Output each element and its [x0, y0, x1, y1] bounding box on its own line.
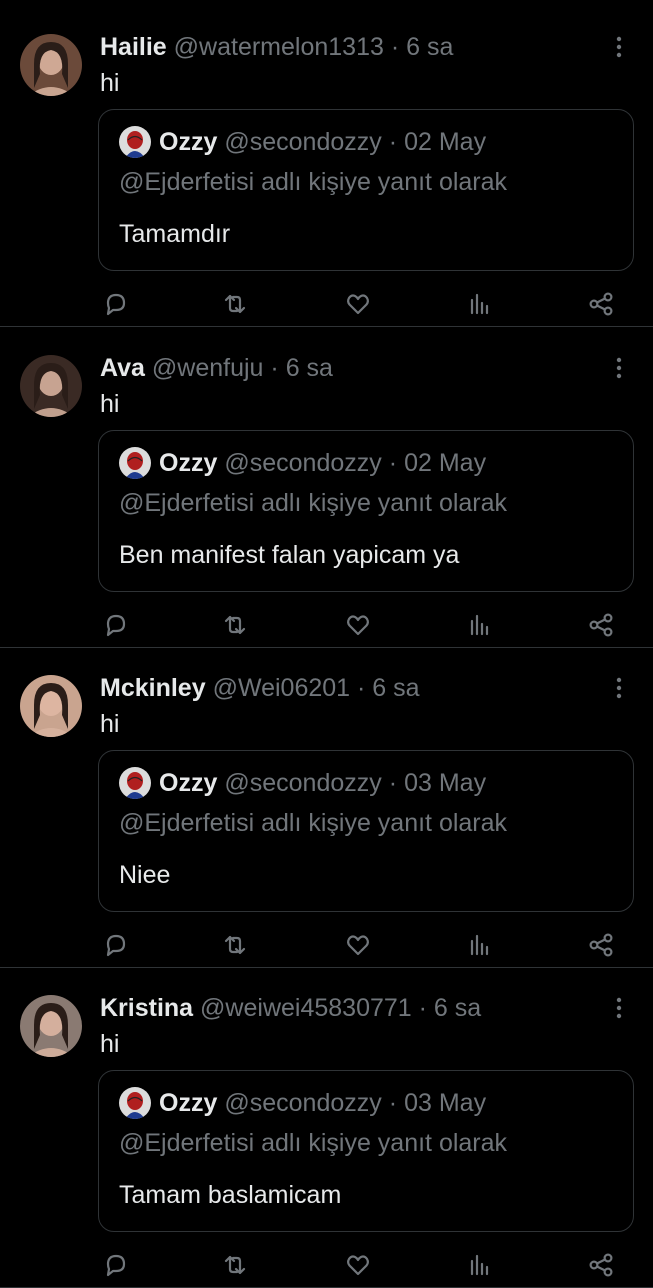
quoted-post-text: Niee — [119, 861, 171, 889]
more-icon[interactable] — [609, 996, 629, 1020]
quoted-post-date: 03 May — [404, 1089, 487, 1117]
share-icon[interactable] — [588, 291, 614, 317]
post-text: hi — [100, 710, 120, 738]
user-handle[interactable]: @Wei06201 — [213, 674, 351, 702]
action-bar — [0, 287, 653, 319]
post-time[interactable]: 6 sa — [434, 994, 481, 1022]
quoted-avatar — [119, 126, 151, 158]
action-bar — [0, 928, 653, 960]
reply-context: @Ejderfetisi adlı kişiye yanıt olarak — [119, 1129, 508, 1157]
quoted-post-text: Tamam baslamicam — [119, 1181, 342, 1209]
heart-icon[interactable] — [345, 932, 371, 958]
quoted-user-handle: @secondozzy — [224, 449, 382, 477]
views-icon[interactable] — [467, 291, 493, 317]
repost-icon[interactable] — [222, 932, 248, 958]
reply-icon[interactable] — [103, 291, 129, 317]
views-icon[interactable] — [467, 612, 493, 638]
post[interactable]: Hailie @watermelon1313 · 6 sa hi Ozzy @s… — [0, 7, 653, 327]
avatar[interactable] — [20, 995, 82, 1057]
display-name[interactable]: Mckinley — [100, 674, 206, 702]
heart-icon[interactable] — [345, 291, 371, 317]
display-name[interactable]: Ava — [100, 354, 145, 382]
quoted-user-handle: @secondozzy — [224, 1089, 382, 1117]
user-handle[interactable]: @wenfuju — [152, 354, 264, 382]
quoted-post-header: Ozzy @secondozzy · 02 May — [119, 126, 619, 158]
separator-dot: · — [388, 769, 398, 797]
reply-context: @Ejderfetisi adlı kişiye yanıt olarak — [119, 168, 508, 196]
post-header: Kristina @weiwei45830771 · 6 sa — [100, 992, 593, 1024]
quoted-post-date: 02 May — [404, 449, 487, 477]
display-name[interactable]: Kristina — [100, 994, 193, 1022]
post-time[interactable]: 6 sa — [372, 674, 419, 702]
quoted-post-date: 02 May — [404, 128, 487, 156]
quoted-user-handle: @secondozzy — [224, 769, 382, 797]
post[interactable]: Kristina @weiwei45830771 · 6 sa hi Ozzy … — [0, 968, 653, 1288]
share-icon[interactable] — [588, 932, 614, 958]
post-text: hi — [100, 1030, 120, 1058]
avatar[interactable] — [20, 355, 82, 417]
quoted-post-header: Ozzy @secondozzy · 03 May — [119, 767, 619, 799]
quoted-avatar — [119, 447, 151, 479]
heart-icon[interactable] — [345, 1252, 371, 1278]
more-icon[interactable] — [609, 356, 629, 380]
quoted-post-date: 03 May — [404, 769, 487, 797]
post-header: Mckinley @Wei06201 · 6 sa — [100, 672, 593, 704]
reply-icon[interactable] — [103, 932, 129, 958]
separator-dot: · — [418, 994, 427, 1022]
more-icon[interactable] — [609, 35, 629, 59]
reply-icon[interactable] — [103, 612, 129, 638]
separator-dot: · — [270, 354, 279, 382]
post-text: hi — [100, 390, 120, 418]
quoted-post[interactable]: Ozzy @secondozzy · 03 May @Ejderfetisi a… — [98, 1070, 634, 1232]
views-icon[interactable] — [467, 1252, 493, 1278]
separator-dot: · — [388, 128, 398, 156]
action-bar — [0, 608, 653, 640]
quoted-display-name: Ozzy — [159, 128, 218, 156]
user-handle[interactable]: @weiwei45830771 — [200, 994, 412, 1022]
repost-icon[interactable] — [222, 291, 248, 317]
post[interactable]: Ava @wenfuju · 6 sa hi Ozzy @secondozzy … — [0, 328, 653, 648]
quoted-display-name: Ozzy — [159, 1089, 218, 1117]
quoted-post-header: Ozzy @secondozzy · 03 May — [119, 1087, 619, 1119]
quoted-avatar — [119, 1087, 151, 1119]
quoted-avatar — [119, 767, 151, 799]
post[interactable]: Mckinley @Wei06201 · 6 sa hi Ozzy @secon… — [0, 648, 653, 968]
repost-icon[interactable] — [222, 612, 248, 638]
more-icon[interactable] — [609, 676, 629, 700]
views-icon[interactable] — [467, 932, 493, 958]
quoted-post-text: Tamamdır — [119, 220, 231, 248]
repost-icon[interactable] — [222, 1252, 248, 1278]
quoted-user-handle: @secondozzy — [224, 128, 382, 156]
quoted-post-text: Ben manifest falan yapicam ya — [119, 541, 460, 569]
quoted-display-name: Ozzy — [159, 449, 218, 477]
action-bar — [0, 1248, 653, 1280]
quoted-post[interactable]: Ozzy @secondozzy · 02 May @Ejderfetisi a… — [98, 430, 634, 592]
share-icon[interactable] — [588, 1252, 614, 1278]
avatar[interactable] — [20, 675, 82, 737]
quoted-post-header: Ozzy @secondozzy · 02 May — [119, 447, 619, 479]
post-header: Hailie @watermelon1313 · 6 sa — [100, 31, 593, 63]
reply-context: @Ejderfetisi adlı kişiye yanıt olarak — [119, 809, 508, 837]
quoted-post[interactable]: Ozzy @secondozzy · 02 May @Ejderfetisi a… — [98, 109, 634, 271]
post-header: Ava @wenfuju · 6 sa — [100, 352, 593, 384]
share-icon[interactable] — [588, 612, 614, 638]
display-name[interactable]: Hailie — [100, 33, 167, 61]
quoted-display-name: Ozzy — [159, 769, 218, 797]
separator-dot: · — [388, 1089, 398, 1117]
reply-icon[interactable] — [103, 1252, 129, 1278]
user-handle[interactable]: @watermelon1313 — [174, 33, 384, 61]
post-time[interactable]: 6 sa — [286, 354, 333, 382]
separator-dot: · — [357, 674, 366, 702]
post-text: hi — [100, 69, 120, 97]
separator-dot: · — [388, 449, 398, 477]
heart-icon[interactable] — [345, 612, 371, 638]
avatar[interactable] — [20, 34, 82, 96]
reply-context: @Ejderfetisi adlı kişiye yanıt olarak — [119, 489, 508, 517]
separator-dot: · — [390, 33, 400, 61]
post-time[interactable]: 6 sa — [406, 33, 453, 61]
quoted-post[interactable]: Ozzy @secondozzy · 03 May @Ejderfetisi a… — [98, 750, 634, 912]
